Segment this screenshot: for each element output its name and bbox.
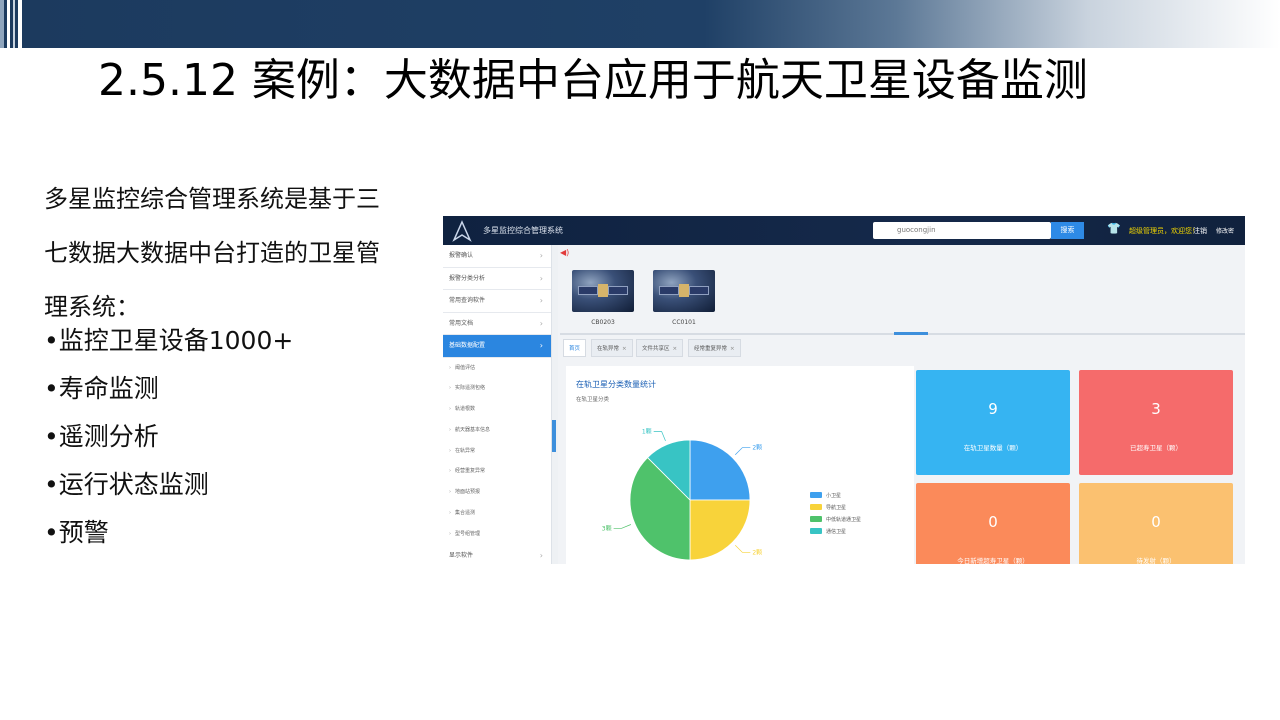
pie-data-label: 3颗 <box>602 525 612 532</box>
sidebar-subitem[interactable]: 轨道根数 <box>443 399 551 420</box>
pie-label-line <box>735 545 751 553</box>
intro-line: 多星监控综合管理系统是基于三 <box>44 185 380 213</box>
close-icon[interactable]: × <box>622 346 627 352</box>
satellite-label: CC0101 <box>672 319 696 326</box>
satellite-label: CB0203 <box>591 319 615 326</box>
legend-swatch <box>810 492 822 498</box>
section-divider <box>560 332 1245 335</box>
intro-paragraph: 多星监控综合管理系统是基于三 七数据大数据中台打造的卫星管 理系统： <box>44 172 424 334</box>
slide-title: 2.5.12 案例：大数据中台应用于航天卫星设备监测 <box>98 55 1088 106</box>
search-input[interactable]: guocongjin <box>873 222 1051 239</box>
stat-label: 已超寿卫星（颗） <box>1130 444 1182 452</box>
stat-card-pending-launch[interactable]: 0 待发射（颗） <box>1079 483 1233 564</box>
chevron-right-icon: › <box>539 318 543 328</box>
stat-value: 0 <box>1151 513 1161 531</box>
legend-label: 中低轨道通卫星 <box>826 516 861 523</box>
sidebar: 报警确认 › 报警分类分析 › 常用查询软件 › 常用文档 › 基础数据配置 › 阈值评估… <box>443 245 552 564</box>
bullet-item: •遥测分析 <box>44 422 159 451</box>
app-screenshot: 多星监控综合管理系统 guocongjin 搜索 👕 超级管理员，欢迎您！ 注销… <box>443 216 1245 564</box>
tab-bar: 首页 在轨异常 × 文件共享区 × 经常重复异常 × <box>560 339 1245 357</box>
stat-value: 3 <box>1151 400 1161 418</box>
stat-label: 今日新增超寿卫星（颗） <box>957 557 1029 564</box>
legend-label: 通信卫星 <box>826 528 846 535</box>
pie-data-label: 2颗 <box>752 549 762 556</box>
pie-label-line <box>735 447 751 455</box>
sidebar-item[interactable]: 报警分类分析 › <box>443 268 551 290</box>
sidebar-item-label: 基础数据配置 <box>449 342 486 349</box>
sidebar-subitem[interactable]: 实际遥测包络 <box>443 378 551 399</box>
close-icon[interactable]: × <box>730 346 735 352</box>
sidebar-item-label: 显示软件 <box>449 551 474 559</box>
satellite-pie-chart: 在轨卫星分类数量统计 在轨卫星分类 2颗 2颗 3颗 1颗 小卫星 导航卫星 中低轨道通卫星… <box>566 366 914 564</box>
stat-card-expired[interactable]: 3 已超寿卫星（颗） <box>1079 370 1233 475</box>
stat-label: 待发射（颗） <box>1136 557 1176 564</box>
sidebar-item-label: 报警确认 <box>449 252 474 259</box>
sidebar-item-label: 报警分类分析 <box>449 274 486 282</box>
sidebar-item[interactable]: 报警确认 › <box>443 245 551 268</box>
satellite-image <box>572 270 634 312</box>
sidebar-item[interactable]: 常用查询软件 › <box>443 290 551 313</box>
stat-label: 在轨卫星数量（颗） <box>963 444 1023 452</box>
feature-bullets: •监控卫星设备1000+ •寿命监测 •遥测分析 •运行状态监测 •预警 <box>44 318 293 558</box>
legend-swatch <box>810 504 822 510</box>
stat-card-today-expired[interactable]: 0 今日新增超寿卫星（颗） <box>916 483 1070 564</box>
sidebar-subitem[interactable]: 在轨异常 <box>443 441 551 462</box>
close-icon[interactable]: × <box>673 346 678 352</box>
bullet-item: •监控卫星设备1000+ <box>44 326 294 355</box>
main-content: ◀) CB0203 CC0101 首页 在轨异常 × 文件共享区 × 经常重复异常 × <box>560 245 1245 564</box>
sidebar-subitem[interactable]: 航天器基本信息 <box>443 420 551 441</box>
stat-value: 9 <box>988 400 998 418</box>
chevron-right-icon: › <box>539 550 543 560</box>
sidebar-subitem[interactable]: 地面站预报 <box>443 482 551 503</box>
app-logo-icon <box>452 220 472 242</box>
sidebar-item[interactable]: 显示软件 › <box>443 545 551 564</box>
tab-file-share[interactable]: 文件共享区 × <box>636 339 684 357</box>
bullet-item: •预警 <box>44 518 109 547</box>
alarm-bar: ◀) <box>560 248 1245 260</box>
legend-label: 小卫星 <box>826 492 841 499</box>
satellite-card[interactable]: CB0203 <box>572 270 634 328</box>
satellite-image <box>653 270 715 312</box>
chevron-right-icon: › <box>539 273 543 283</box>
scrollbar-thumb[interactable] <box>552 420 556 452</box>
bullet-item: •寿命监测 <box>44 374 159 403</box>
sidebar-item-label: 常用查询软件 <box>449 297 486 304</box>
chevron-right-icon: › <box>539 341 543 350</box>
pie-svg: 2颗 2颗 3颗 1颗小卫星导航卫星中低轨道通卫星通信卫星 <box>602 429 861 561</box>
change-password-link[interactable]: 修改密 <box>1216 226 1234 235</box>
search-button[interactable]: 搜索 <box>1051 222 1084 239</box>
sidebar-subitem[interactable]: 型号组管理 <box>443 524 551 545</box>
sidebar-item[interactable]: 常用文档 › <box>443 313 551 335</box>
legend-label: 导航卫星 <box>826 504 846 511</box>
logout-link[interactable]: 注销 <box>1193 226 1207 236</box>
sidebar-item-active[interactable]: 基础数据配置 › <box>443 335 551 358</box>
stat-card-in-orbit[interactable]: 9 在轨卫星数量（颗） <box>916 370 1070 475</box>
welcome-text: 超级管理员，欢迎您！ <box>1129 227 1199 235</box>
title-band <box>0 0 1280 48</box>
tab-orbit-anomaly[interactable]: 在轨异常 × <box>591 339 633 357</box>
legend-swatch <box>810 528 822 534</box>
chevron-right-icon: › <box>539 251 543 260</box>
app-name: 多星监控综合管理系统 <box>483 226 563 235</box>
intro-line: 七数据大数据中台打造的卫星管 <box>44 239 380 267</box>
pie-data-label: 1颗 <box>642 429 652 436</box>
pie-label-line <box>613 524 632 529</box>
sidebar-subitem[interactable]: 集合遥测 <box>443 503 551 524</box>
chevron-right-icon: › <box>539 296 543 305</box>
bullet-item: •运行状态监测 <box>44 470 209 499</box>
sidebar-subitem[interactable]: 经营重复异常 <box>443 461 551 482</box>
stat-value: 0 <box>988 513 998 531</box>
speaker-icon[interactable]: ◀) <box>560 248 569 257</box>
sidebar-item-label: 常用文档 <box>449 319 474 327</box>
tab-repeat-anomaly[interactable]: 经常重复异常 × <box>688 339 741 357</box>
satellite-card[interactable]: CC0101 <box>653 270 715 328</box>
app-header: 多星监控综合管理系统 guocongjin 搜索 👕 超级管理员，欢迎您！ 注销… <box>443 216 1245 245</box>
legend-swatch <box>810 516 822 522</box>
tab-home[interactable]: 首页 <box>563 339 587 357</box>
sidebar-subitem[interactable]: 阈值评估 <box>443 358 551 379</box>
user-icon[interactable]: 👕 <box>1107 222 1121 236</box>
sidebar-scrollbar[interactable] <box>552 245 558 564</box>
pie-data-label: 2颗 <box>752 445 762 452</box>
pie-label-line <box>653 431 666 442</box>
